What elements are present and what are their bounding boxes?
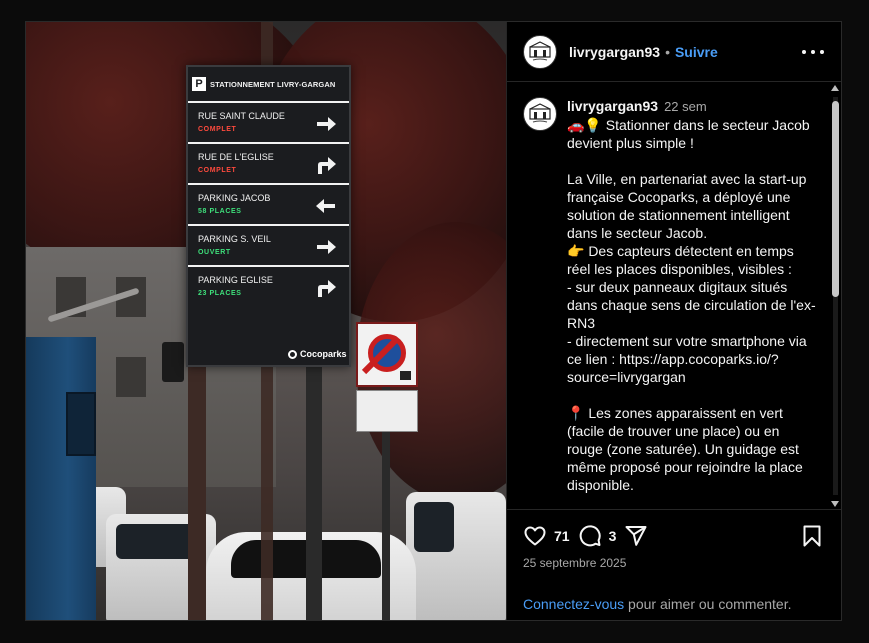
scrollbar[interactable]	[830, 85, 840, 507]
post-header: livrygargan93 • Suivre	[507, 22, 841, 82]
follow-button[interactable]: Suivre	[675, 44, 718, 60]
white-van	[406, 492, 506, 620]
caption-comment: livrygargan93 22 sem 🚗💡 Stationner dans l…	[507, 83, 841, 494]
parking-sign: P STATIONNEMENT LIVRY-GARGAN RUE SAINT C…	[186, 65, 351, 367]
bookmark-icon[interactable]	[800, 524, 824, 548]
blue-truck	[26, 337, 96, 620]
parking-sign-title: STATIONNEMENT LIVRY-GARGAN	[210, 79, 336, 89]
truck-mirror	[66, 392, 96, 456]
action-row: 71 3	[523, 524, 648, 548]
avatar[interactable]	[523, 34, 557, 69]
caption-body: livrygargan93 22 sem 🚗💡 Stationner dans l…	[567, 97, 817, 494]
post-side-panel: livrygargan93 • Suivre livrygargan93 22 …	[506, 22, 841, 620]
like-count[interactable]: 71	[554, 528, 570, 544]
scroll-down-icon[interactable]	[831, 501, 839, 507]
avatar[interactable]	[523, 97, 557, 131]
tow-truck-icon	[400, 371, 411, 380]
direction-arrow-icon	[317, 117, 336, 131]
cocoparks-logo: Cocoparks	[288, 349, 347, 359]
separator: •	[665, 43, 670, 60]
direction-arrow-icon	[318, 280, 336, 297]
brand-name: Cocoparks	[300, 349, 347, 359]
login-link[interactable]: Connectez-vous	[523, 596, 624, 612]
parking-sign-row: RUE DE L'EGLISE COMPLET	[188, 144, 349, 185]
comments-area[interactable]: livrygargan93 22 sem 🚗💡 Stationner dans l…	[507, 83, 841, 509]
caption-username[interactable]: livrygargan93	[567, 98, 658, 114]
send-icon[interactable]	[624, 524, 648, 548]
more-horizontal-icon[interactable]	[802, 42, 824, 62]
parking-sign-row: PARKING JACOB 58 PLACES	[188, 185, 349, 226]
comment-icon[interactable]	[578, 524, 602, 548]
traffic-camera	[162, 342, 184, 382]
parking-sign-row: PARKING EGLISE 23 PLACES	[188, 267, 349, 308]
post-actions: 71 3 25 septembre 2025 Connectez-vous po…	[507, 509, 841, 620]
no-parking-sign	[356, 322, 418, 387]
login-prompt: Connectez-vous pour aimer ou commenter.	[523, 596, 791, 612]
post-time[interactable]: 22 sem	[664, 99, 707, 114]
city-crest-icon	[529, 40, 551, 60]
regulation-plate	[356, 390, 418, 432]
caption-text: 🚗💡 Stationner dans le secteur Jacob devi…	[567, 117, 816, 493]
city-crest-icon	[529, 103, 551, 123]
scroll-up-icon[interactable]	[831, 85, 839, 91]
parking-sign-header: P STATIONNEMENT LIVRY-GARGAN	[188, 67, 349, 103]
caption-header: livrygargan93 22 sem	[567, 97, 817, 116]
location-pin-icon	[288, 349, 297, 359]
login-prompt-text: pour aimer ou commenter.	[624, 596, 792, 612]
post-date[interactable]: 25 septembre 2025	[523, 556, 626, 570]
post-modal: P STATIONNEMENT LIVRY-GARGAN RUE SAINT C…	[25, 21, 842, 621]
parking-sign-row: RUE SAINT CLAUDE COMPLET	[188, 103, 349, 144]
direction-arrow-icon	[317, 240, 336, 254]
parking-p-icon: P	[192, 77, 206, 91]
sign-pole	[188, 367, 206, 620]
heart-icon[interactable]	[523, 524, 547, 548]
direction-arrow-icon	[316, 199, 335, 213]
comment-count[interactable]: 3	[609, 528, 617, 544]
scrollbar-thumb[interactable]	[832, 101, 839, 297]
direction-arrow-icon	[318, 157, 336, 174]
sign-pole	[306, 367, 322, 620]
post-image[interactable]: P STATIONNEMENT LIVRY-GARGAN RUE SAINT C…	[26, 22, 506, 620]
parking-sign-rows: RUE SAINT CLAUDE COMPLET RUE DE L'EGLISE CO…	[188, 103, 349, 308]
header-username[interactable]: livrygargan93	[569, 44, 660, 60]
parking-sign-row: PARKING S. VEIL OUVERT	[188, 226, 349, 267]
